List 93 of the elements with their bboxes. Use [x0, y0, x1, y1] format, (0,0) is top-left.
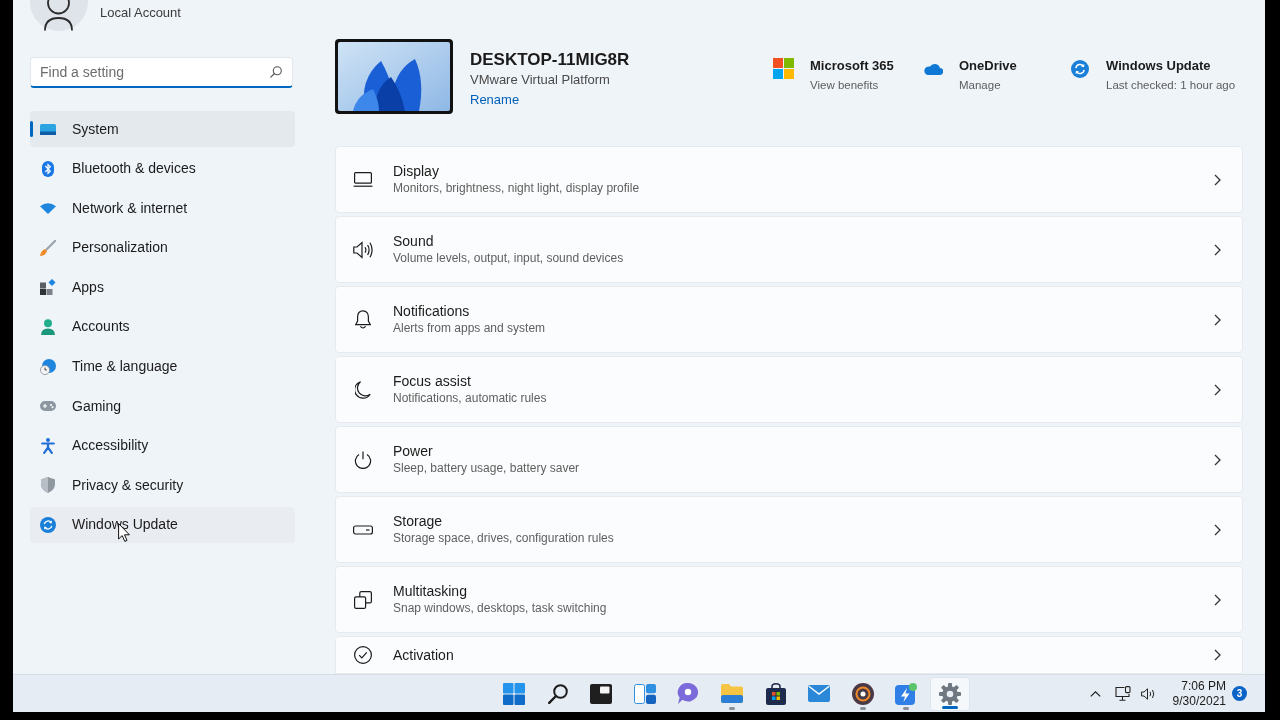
settings-card[interactable]: Multitasking Snap windows, desktops, task switching	[335, 566, 1243, 633]
card-title: Focus assist	[393, 372, 471, 390]
sidebar-item[interactable]: Network & internet	[30, 190, 295, 227]
drive-icon	[353, 524, 373, 535]
chevron-right-icon	[1214, 593, 1221, 606]
sync-icon	[40, 516, 56, 533]
cloud-icon	[922, 62, 943, 75]
network-monitor-icon[interactable]	[1114, 686, 1131, 701]
dark-window-icon	[590, 683, 613, 704]
sidebar-item[interactable]: Windows Update	[30, 506, 295, 543]
chevron-up-icon[interactable]	[1089, 690, 1101, 697]
sync-icon	[1070, 59, 1089, 78]
sidebar-item[interactable]: Bluetooth & devices	[30, 150, 295, 187]
chevron-right-icon	[1214, 173, 1221, 186]
card-description: Sleep, battery usage, battery saver	[393, 460, 580, 477]
wifi-icon	[40, 202, 56, 214]
accessibility-icon	[41, 437, 55, 454]
overlapping-windows-icon	[354, 590, 372, 609]
search-field[interactable]: Find a setting	[30, 57, 293, 88]
folder-icon	[720, 684, 743, 703]
envelope-icon	[808, 685, 831, 702]
sidebar-item[interactable]: Accessibility	[30, 427, 295, 464]
quick-link-title[interactable]: OneDrive	[959, 56, 1017, 76]
globe-clock-icon	[40, 358, 56, 375]
sidebar-item[interactable]: Apps	[30, 269, 295, 306]
settings-card[interactable]: Notifications Alerts from apps and system	[335, 286, 1243, 353]
card-description: Notifications, automatic rules	[393, 390, 547, 407]
card-description: Snap windows, desktops, task switching	[393, 600, 607, 617]
moon-icon	[355, 380, 371, 399]
power-icon	[354, 450, 372, 469]
quick-link-caption[interactable]: Manage	[959, 76, 1001, 94]
device-model: VMware Virtual Platform	[470, 71, 610, 89]
taskbar-time[interactable]: 7:06 PM	[1181, 678, 1226, 694]
settings-card[interactable]: Sound Volume levels, output, input, sound devices	[335, 216, 1243, 283]
rename-link[interactable]: Rename	[470, 90, 520, 110]
widgets-icon	[633, 683, 656, 704]
laptop-icon	[353, 172, 373, 187]
card-title: Sound	[393, 232, 434, 250]
sidebar-item[interactable]: Personalization	[30, 229, 295, 266]
sidebar-item[interactable]: Privacy & security	[30, 467, 295, 504]
shopping-bag-icon	[765, 682, 786, 705]
quick-link-caption[interactable]: View benefits	[810, 76, 879, 94]
sidebar-item[interactable]: Accounts	[30, 308, 295, 345]
chevron-right-icon	[1214, 243, 1221, 256]
monitor-icon	[40, 123, 56, 135]
card-title: Power	[393, 442, 433, 460]
settings-card[interactable]: Display Monitors, brightness, night light, display profile	[335, 146, 1243, 213]
settings-card[interactable]: Focus assist Notifications, automatic rules	[335, 356, 1243, 423]
chat-bubble-icon	[677, 683, 700, 704]
card-title: Display	[393, 162, 439, 180]
chevron-right-icon	[1214, 313, 1221, 326]
taskbar-date[interactable]: 9/30/2021	[1172, 693, 1226, 709]
card-description: Monitors, brightness, night light, display profile	[393, 180, 640, 197]
bluetooth-icon	[42, 160, 54, 177]
search-icon	[547, 683, 568, 704]
sidebar-item[interactable]: Gaming	[30, 388, 295, 425]
paintbrush-icon	[40, 239, 56, 256]
card-description: Alerts from apps and system	[393, 320, 546, 337]
notification-badge[interactable]: 3	[1232, 686, 1247, 701]
person-icon	[41, 318, 55, 335]
chevron-right-icon	[1214, 523, 1221, 536]
round-app-icon	[851, 682, 874, 705]
account-type: Local Account	[100, 4, 181, 22]
settings-card[interactable]: Storage Storage space, drives, configuration rules	[335, 496, 1243, 563]
quick-link-caption[interactable]: Last checked: 1 hour ago	[1106, 76, 1236, 94]
chevron-right-icon	[1214, 383, 1221, 396]
card-title: Notifications	[393, 302, 470, 320]
card-description: Volume levels, output, input, sound devices	[393, 250, 624, 267]
card-title: Storage	[393, 512, 443, 530]
chevron-right-icon	[1214, 453, 1221, 466]
settings-card[interactable]: Activation	[335, 636, 1243, 674]
search-icon	[270, 66, 282, 78]
sidebar-item[interactable]: System	[30, 111, 295, 147]
avatar-icon	[30, 0, 88, 31]
volume-icon[interactable]	[1140, 687, 1156, 700]
card-title: Activation	[393, 646, 454, 664]
device-name: DESKTOP-11MIG8R	[470, 50, 630, 70]
card-title: Multitasking	[393, 582, 467, 600]
card-description: Storage space, drives, configuration rules	[393, 530, 614, 547]
chevron-right-icon	[1214, 649, 1221, 661]
game-controller-icon	[40, 401, 56, 412]
quick-link-title[interactable]: Microsoft 365	[810, 56, 894, 76]
start-grid-icon	[503, 682, 525, 705]
shield-icon	[41, 477, 55, 494]
bell-icon	[355, 310, 371, 329]
quick-link-title[interactable]: Windows Update	[1106, 56, 1211, 76]
sidebar-item[interactable]: Time & language	[30, 348, 295, 385]
lightning-app-icon	[895, 682, 918, 705]
settings-card[interactable]: Power Sleep, battery usage, battery saver	[335, 426, 1243, 493]
apps-grid-icon	[40, 279, 56, 296]
four-color-squares-icon	[773, 58, 794, 79]
speaker-icon	[353, 240, 373, 259]
check-circle-icon	[354, 646, 372, 664]
